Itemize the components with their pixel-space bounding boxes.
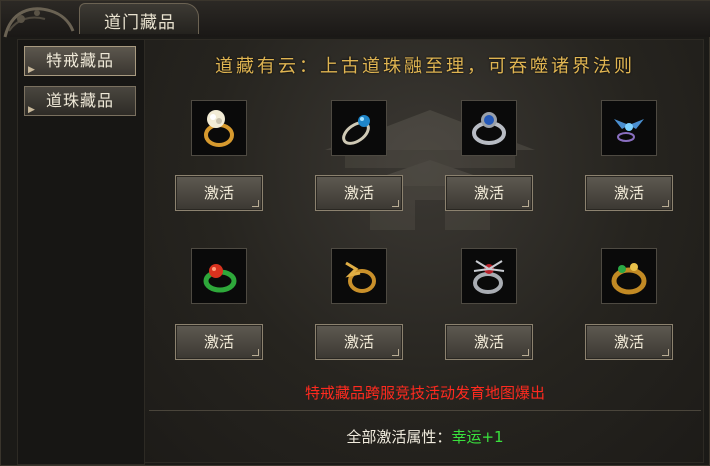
- diamond-ring-icon: [204, 110, 234, 147]
- chevron-right-icon: ▶: [28, 105, 36, 115]
- total-bonus-value: 幸运+1: [451, 428, 504, 446]
- blue-gem-ring-icon: [342, 115, 370, 145]
- drop-source-notice: 特戒藏品跨服竞技活动发育地图爆出: [304, 384, 545, 402]
- item-slot-3[interactable]: [461, 100, 517, 156]
- total-bonus: 全部激活属性：幸运+1: [145, 426, 705, 447]
- title-bar: 道门藏品: [1, 1, 710, 38]
- item-slot-7[interactable]: [461, 248, 517, 304]
- winged-gem-ring-icon: [614, 119, 644, 142]
- dragon-ornament-icon: [3, 7, 75, 38]
- spider-ring-icon: [473, 260, 505, 294]
- total-bonus-label: 全部激活属性：: [346, 428, 452, 446]
- item-slot-8[interactable]: [601, 248, 657, 304]
- item-slot-4[interactable]: [601, 100, 657, 156]
- collection-motto: 道藏有云：上古道珠融至理，可吞噬诸界法则: [215, 56, 635, 77]
- activate-button-6[interactable]: 激活: [315, 324, 403, 360]
- activate-button-7[interactable]: 激活: [445, 324, 533, 360]
- chevron-right-icon: ▶: [28, 65, 36, 75]
- item-slot-5[interactable]: [191, 248, 247, 304]
- collection-window: 道门藏品 ▶ 特戒藏品 ▶ 道珠藏品 道藏有云：上古道珠融至理，可吞噬诸界法则: [0, 0, 710, 466]
- sidebar-item-label: 道珠藏品: [45, 91, 114, 110]
- activate-button-5[interactable]: 激活: [175, 324, 263, 360]
- sidebar: ▶ 特戒藏品 ▶ 道珠藏品: [17, 39, 145, 465]
- activate-button-3[interactable]: 激活: [445, 175, 533, 211]
- activate-button-2[interactable]: 激活: [315, 175, 403, 211]
- gold-jade-ring-icon: [611, 263, 647, 295]
- sapphire-ring-icon: [472, 112, 506, 145]
- sidebar-item-dao-orbs[interactable]: ▶ 道珠藏品: [24, 86, 136, 116]
- item-slot-1[interactable]: [191, 100, 247, 156]
- window-title: 道门藏品: [104, 13, 176, 33]
- activate-button-4[interactable]: 激活: [585, 175, 673, 211]
- activate-button-1[interactable]: 激活: [175, 175, 263, 211]
- red-gem-green-ring-icon: [203, 264, 237, 293]
- item-slot-6[interactable]: [331, 248, 387, 304]
- item-slot-2[interactable]: [331, 100, 387, 156]
- gold-dragon-ring-icon: [345, 261, 376, 293]
- sidebar-item-special-rings[interactable]: ▶ 特戒藏品: [24, 46, 136, 76]
- sidebar-item-label: 特戒藏品: [45, 51, 114, 70]
- activate-button-8[interactable]: 激活: [585, 324, 673, 360]
- collection-panel: 道藏有云：上古道珠融至理，可吞噬诸界法则 激活 激活 激活 激活 激活 激活 激…: [144, 39, 704, 463]
- divider: [149, 410, 701, 411]
